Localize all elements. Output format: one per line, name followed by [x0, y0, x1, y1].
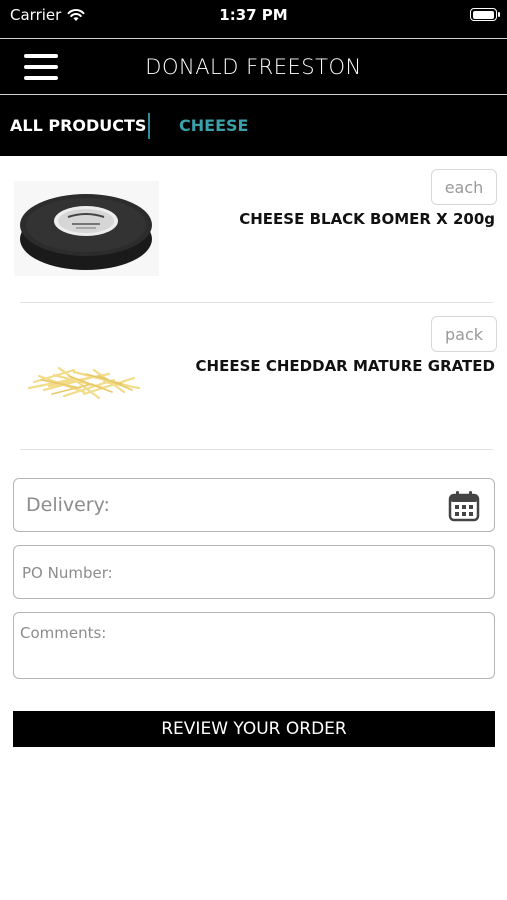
- product-row[interactable]: each CHEESE BLACK BOMER X 200g: [0, 157, 507, 304]
- calendar-icon[interactable]: [448, 490, 480, 522]
- nav-bar: DONALD FREESTON: [0, 38, 507, 95]
- unit-button[interactable]: each: [431, 169, 497, 205]
- product-row[interactable]: pack CHEESE CHEDDAR MATURE GRATED: [0, 304, 507, 451]
- battery-icon: [470, 8, 500, 21]
- product-name: CHEESE BLACK BOMER X 200g: [239, 210, 495, 228]
- tab-cheese[interactable]: CHEESE: [179, 116, 248, 135]
- delivery-field[interactable]: Delivery:: [13, 478, 495, 532]
- clock: 1:37 PM: [219, 6, 288, 24]
- comments-field[interactable]: Comments:: [13, 612, 495, 679]
- row-divider: [20, 449, 493, 450]
- comments-placeholder: Comments:: [20, 624, 107, 642]
- tab-all-products[interactable]: ALL PRODUCTS: [10, 116, 146, 135]
- page-title: DONALD FREESTON: [145, 55, 362, 79]
- unit-button[interactable]: pack: [431, 316, 497, 352]
- product-name: CHEESE CHEDDAR MATURE GRATED: [195, 357, 495, 375]
- delivery-placeholder: Delivery:: [26, 494, 110, 516]
- status-bar: Carrier 1:37 PM: [0, 0, 507, 38]
- po-number-placeholder: PO Number:: [22, 564, 113, 582]
- po-number-field[interactable]: PO Number:: [13, 545, 495, 599]
- grated-cheddar-image: [27, 366, 141, 400]
- tab-divider: [148, 113, 150, 139]
- review-order-button[interactable]: REVIEW YOUR ORDER: [13, 711, 495, 747]
- category-tabs: ALL PRODUCTS CHEESE: [0, 95, 507, 156]
- black-wax-cheese-wheel-image: [14, 181, 159, 276]
- battery-fill: [472, 10, 494, 19]
- row-divider: [20, 302, 493, 303]
